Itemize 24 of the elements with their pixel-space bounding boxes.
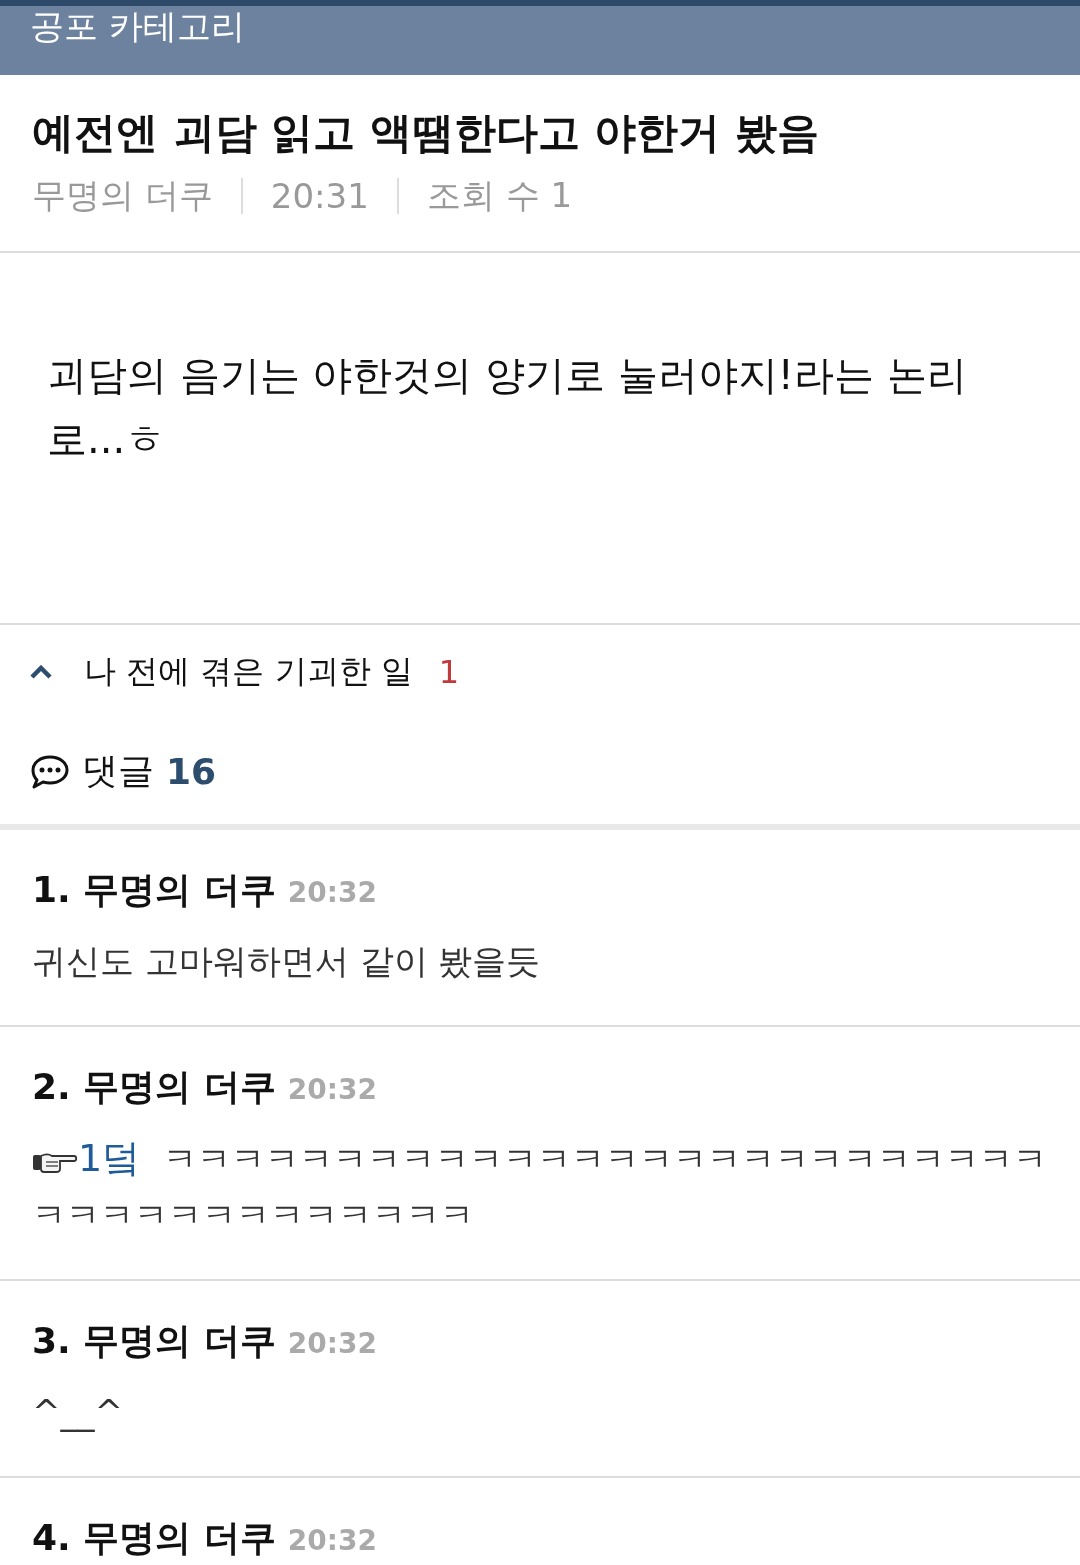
comment-icon bbox=[30, 753, 70, 790]
category-title: 공포 카테고리 bbox=[30, 6, 245, 46]
comment-author: 1. 무명의 더쿠 bbox=[32, 868, 276, 912]
category-link[interactable]: 나 전에 겪은 기괴한 일 bbox=[84, 650, 413, 694]
comments-label: 댓글 bbox=[82, 749, 154, 793]
comment-author: 4. 무명의 더쿠 bbox=[32, 1516, 276, 1560]
category-count: 1 bbox=[438, 653, 460, 691]
comment-text: 귀신도 고마워하면서 같이 봤을듯 bbox=[32, 940, 542, 983]
author-name: 무명의 더쿠 bbox=[32, 174, 213, 217]
caret-icon[interactable] bbox=[30, 665, 52, 679]
comment-time: 20:32 bbox=[287, 1073, 377, 1106]
comment-count: 16 bbox=[166, 751, 217, 792]
post-title: 예전엔 괴담 읽고 액땜한다고 야한거 봤음 bbox=[32, 107, 821, 159]
comment-time: 20:32 bbox=[287, 1524, 377, 1557]
comment-time: 20:32 bbox=[287, 1327, 377, 1360]
post-body-text: 괴담의 음기는 야한것의 양기로 눌러야지!라는 논리로...ㅎ bbox=[47, 351, 968, 464]
comment-time: 20:32 bbox=[287, 876, 377, 909]
reply-link[interactable]: 1덬 bbox=[78, 1136, 141, 1180]
view-count: 조회 수 1 bbox=[426, 174, 573, 217]
comment-author: 2. 무명의 더쿠 bbox=[32, 1065, 276, 1109]
comment-text: ^__^ bbox=[32, 1391, 124, 1434]
comment-text: 1덬 ㅋㅋㅋㅋㅋㅋㅋㅋㅋㅋㅋㅋㅋㅋㅋㅋㅋㅋㅋㅋㅋㅋㅋㅋㅋㅋㅋㅋㅋㅋㅋㅋㅋㅋㅋㅋㅋㅋㅋ bbox=[32, 1135, 1048, 1237]
post-time: 20:31 bbox=[270, 176, 369, 216]
comment-author: 3. 무명의 더쿠 bbox=[32, 1319, 276, 1363]
